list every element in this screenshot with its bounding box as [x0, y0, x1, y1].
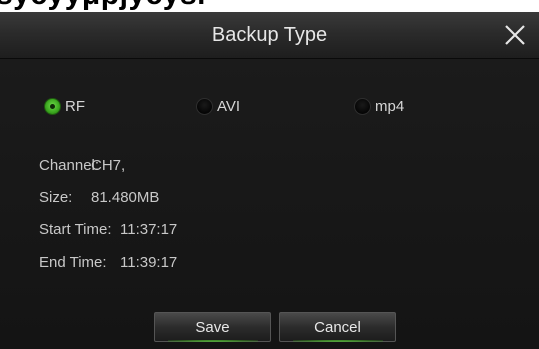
- save-button-highlight: [168, 340, 258, 342]
- size-value: 81.480MB: [91, 189, 160, 206]
- radio-selected-icon: [44, 97, 61, 115]
- radio-unselected-icon: [354, 97, 371, 115]
- info-row-size: Size: 81.480MB: [39, 188, 159, 208]
- backup-type-dialog: Backup Type RF AVI mp4 Channel: CH7, Siz…: [0, 12, 539, 349]
- background-strip-text: sycyyμpjycysr: [0, 0, 209, 12]
- close-icon: [505, 25, 525, 45]
- end-time-value: 11:39:17: [120, 254, 178, 271]
- radio-rf[interactable]: RF: [44, 95, 85, 117]
- channel-value: CH7,: [91, 157, 126, 174]
- cancel-button-highlight: [293, 340, 383, 342]
- radio-rf-label: RF: [65, 97, 85, 115]
- radio-avi[interactable]: AVI: [196, 95, 240, 117]
- radio-avi-label: AVI: [217, 97, 241, 115]
- start-time-label: Start Time:: [39, 221, 112, 238]
- info-row-end-time: End Time: 11:39:17: [39, 253, 177, 273]
- radio-mp4-label: mp4: [375, 97, 405, 115]
- info-row-channel: Channel: CH7,: [39, 156, 125, 176]
- save-button[interactable]: Save: [154, 312, 271, 342]
- dialog-body: RF AVI mp4 Channel: CH7, Size: 81.480MB …: [0, 59, 539, 349]
- info-row-start-time: Start Time: 11:37:17: [39, 220, 177, 240]
- radio-unselected-icon: [196, 97, 213, 115]
- dialog-title: Backup Type: [211, 24, 328, 46]
- title-bar: Backup Type: [0, 12, 539, 59]
- end-time-label: End Time:: [39, 254, 107, 271]
- cancel-button[interactable]: Cancel: [279, 312, 396, 342]
- background-strip: sycyyμpjycysr: [0, 0, 539, 12]
- radio-mp4[interactable]: mp4: [354, 95, 404, 117]
- size-label: Size:: [39, 189, 73, 206]
- start-time-value: 11:37:17: [120, 221, 178, 238]
- close-button[interactable]: [498, 20, 530, 50]
